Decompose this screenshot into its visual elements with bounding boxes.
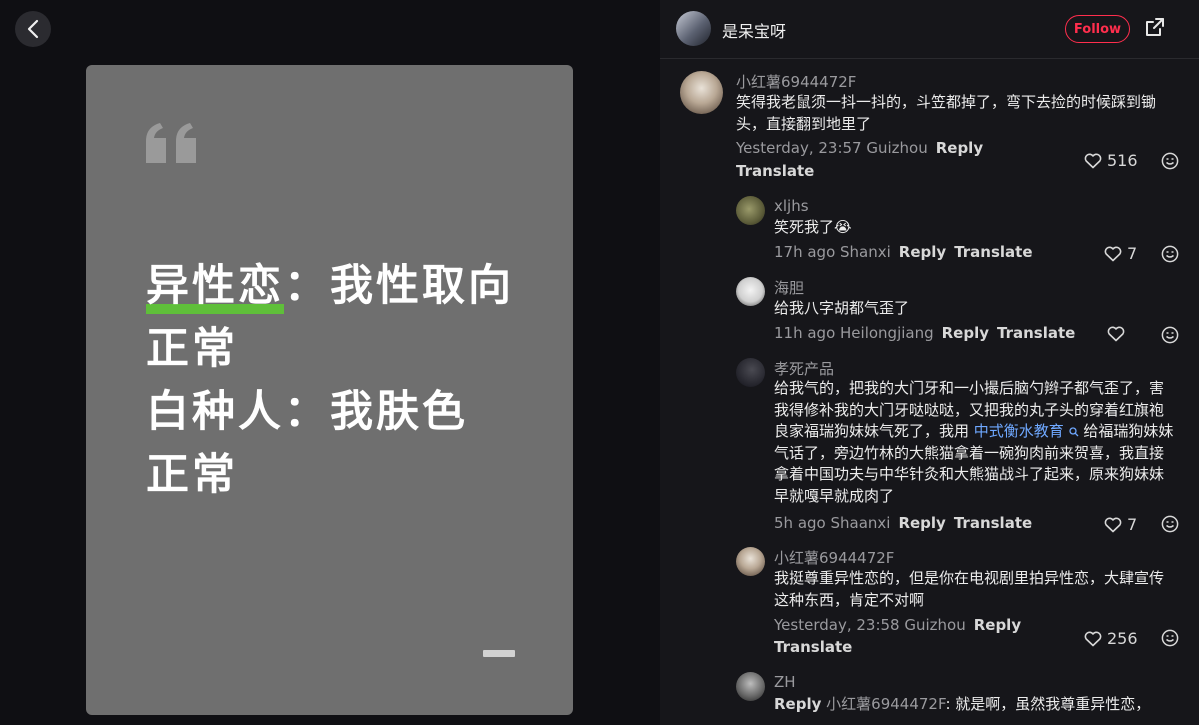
card-line-3: 白种人：我肤色 — [146, 387, 468, 437]
like-button[interactable]: 256 — [1084, 629, 1138, 648]
comment-text: 笑得我老鼠须一抖一抖的，斗笠都掉了，弯下去捡的时候踩到锄头，直接翻到地里了 — [736, 93, 1157, 133]
author-avatar[interactable] — [676, 11, 711, 46]
quote-icon — [146, 123, 196, 163]
translate-button[interactable]: Translate — [774, 638, 852, 656]
media-pane: 异性恋：我性取向 正常 白种人：我肤色 正常 — [0, 0, 660, 725]
highlighted-word: 异性恋 — [146, 255, 284, 318]
heart-icon — [1104, 517, 1122, 532]
comment-username[interactable]: 孝死产品 — [774, 358, 834, 379]
translate-button[interactable]: Translate — [954, 243, 1032, 261]
like-count: 256 — [1107, 629, 1138, 648]
reply-button[interactable]: Reply — [936, 139, 983, 157]
comment-meta: 11h ago Heilongjiang Reply Translate — [774, 324, 1075, 342]
smile-icon[interactable] — [1161, 245, 1179, 263]
note-image-card: 异性恋：我性取向 正常 白种人：我肤色 正常 — [86, 65, 573, 715]
comment-time-location: 17h ago Shanxi — [774, 243, 891, 261]
comment-meta: 17h ago Shanxi Reply Translate — [774, 243, 1033, 261]
reply-button[interactable]: Reply — [774, 695, 821, 713]
avatar[interactable] — [736, 358, 765, 387]
card-line-1: 异性恋：我性取向 — [146, 255, 514, 318]
comment-time-location: Yesterday, 23:57 Guizhou — [736, 139, 928, 157]
comment-time-location: 5h ago Shaanxi — [774, 514, 891, 532]
follow-button[interactable]: Follow — [1065, 15, 1130, 43]
author-header: 是呆宝呀 Follow — [660, 0, 1199, 58]
back-button[interactable] — [15, 11, 51, 47]
heart-icon — [1084, 153, 1102, 168]
reply-button[interactable]: Reply — [899, 243, 946, 261]
translate-button[interactable]: Translate — [736, 162, 814, 180]
comment-username[interactable]: ZH — [774, 673, 796, 691]
comment-text: 给我气的，把我的大门牙和一小撮后脑勺辫子都气歪了，害我得修补我的大门牙哒哒哒，又… — [774, 379, 1174, 505]
header-divider — [660, 58, 1199, 59]
heart-icon — [1104, 246, 1122, 261]
reply-to-user[interactable]: 小红薯6944472F — [826, 695, 945, 713]
comment-username[interactable]: 小红薯6944472F — [774, 547, 894, 568]
smile-icon[interactable] — [1161, 326, 1179, 344]
comment-text: 我挺尊重异性恋的，但是你在电视剧里拍异性恋，大肆宣传这种东西，肯定不对啊 — [774, 569, 1165, 609]
smile-icon[interactable] — [1161, 152, 1179, 170]
reply-button[interactable]: Reply — [898, 514, 945, 532]
comment-username[interactable]: 小红薯6944472F — [736, 71, 856, 92]
like-button[interactable]: 516 — [1084, 151, 1138, 170]
card-text: 异性恋：我性取向 正常 白种人：我肤色 正常 — [146, 255, 514, 507]
smile-icon[interactable] — [1161, 629, 1179, 647]
reply-button[interactable]: Reply — [942, 324, 989, 342]
heart-icon — [1107, 326, 1125, 342]
reply-button[interactable]: Reply — [974, 616, 1021, 634]
smile-icon[interactable] — [1161, 515, 1179, 533]
comment-meta: Yesterday, 23:58 Guizhou Reply — [774, 616, 1021, 634]
translate-button[interactable]: Translate — [997, 324, 1075, 342]
translate-button[interactable]: Translate — [954, 514, 1032, 532]
like-button[interactable]: 7 — [1104, 244, 1137, 263]
comment-text: 给我八字胡都气歪了 — [774, 299, 910, 317]
card-dash-mark — [483, 650, 515, 657]
heart-icon — [1084, 631, 1102, 646]
search-icon — [1068, 426, 1079, 436]
comment-text: Reply 小红薯6944472F: 就是啊，虽然我尊重异性恋， — [774, 695, 1151, 713]
comment-username[interactable]: xljhs — [774, 197, 809, 215]
like-count: 7 — [1127, 515, 1138, 534]
comment-text: 笑死我了😭 — [774, 218, 852, 236]
card-line-2: 正常 — [146, 324, 238, 374]
avatar[interactable] — [736, 277, 765, 306]
avatar[interactable] — [736, 547, 765, 576]
comment-meta: Yesterday, 23:57 Guizhou Reply — [736, 139, 983, 157]
card-line-4: 正常 — [146, 450, 238, 500]
topic-link[interactable]: 中式衡水教育 — [974, 422, 1064, 440]
comment-time-location: 11h ago Heilongjiang — [774, 324, 934, 342]
share-icon[interactable] — [1144, 16, 1166, 38]
like-button[interactable] — [1107, 326, 1130, 342]
avatar[interactable] — [736, 672, 765, 701]
chevron-left-icon — [27, 19, 39, 39]
author-name[interactable]: 是呆宝呀 — [722, 18, 786, 42]
comment-time-location: Yesterday, 23:58 Guizhou — [774, 616, 966, 634]
avatar[interactable] — [680, 71, 723, 114]
like-count: 516 — [1107, 151, 1138, 170]
like-button[interactable]: 7 — [1104, 515, 1137, 534]
comment-meta: 5h ago Shaanxi Reply Translate — [774, 514, 1032, 532]
comments-pane: 是呆宝呀 Follow 小红薯6944472F 笑得我老鼠须一抖一抖的，斗笠都掉… — [660, 0, 1199, 725]
like-count: 7 — [1127, 244, 1138, 263]
avatar[interactable] — [736, 196, 765, 225]
comment-username[interactable]: 海胆 — [774, 277, 804, 298]
